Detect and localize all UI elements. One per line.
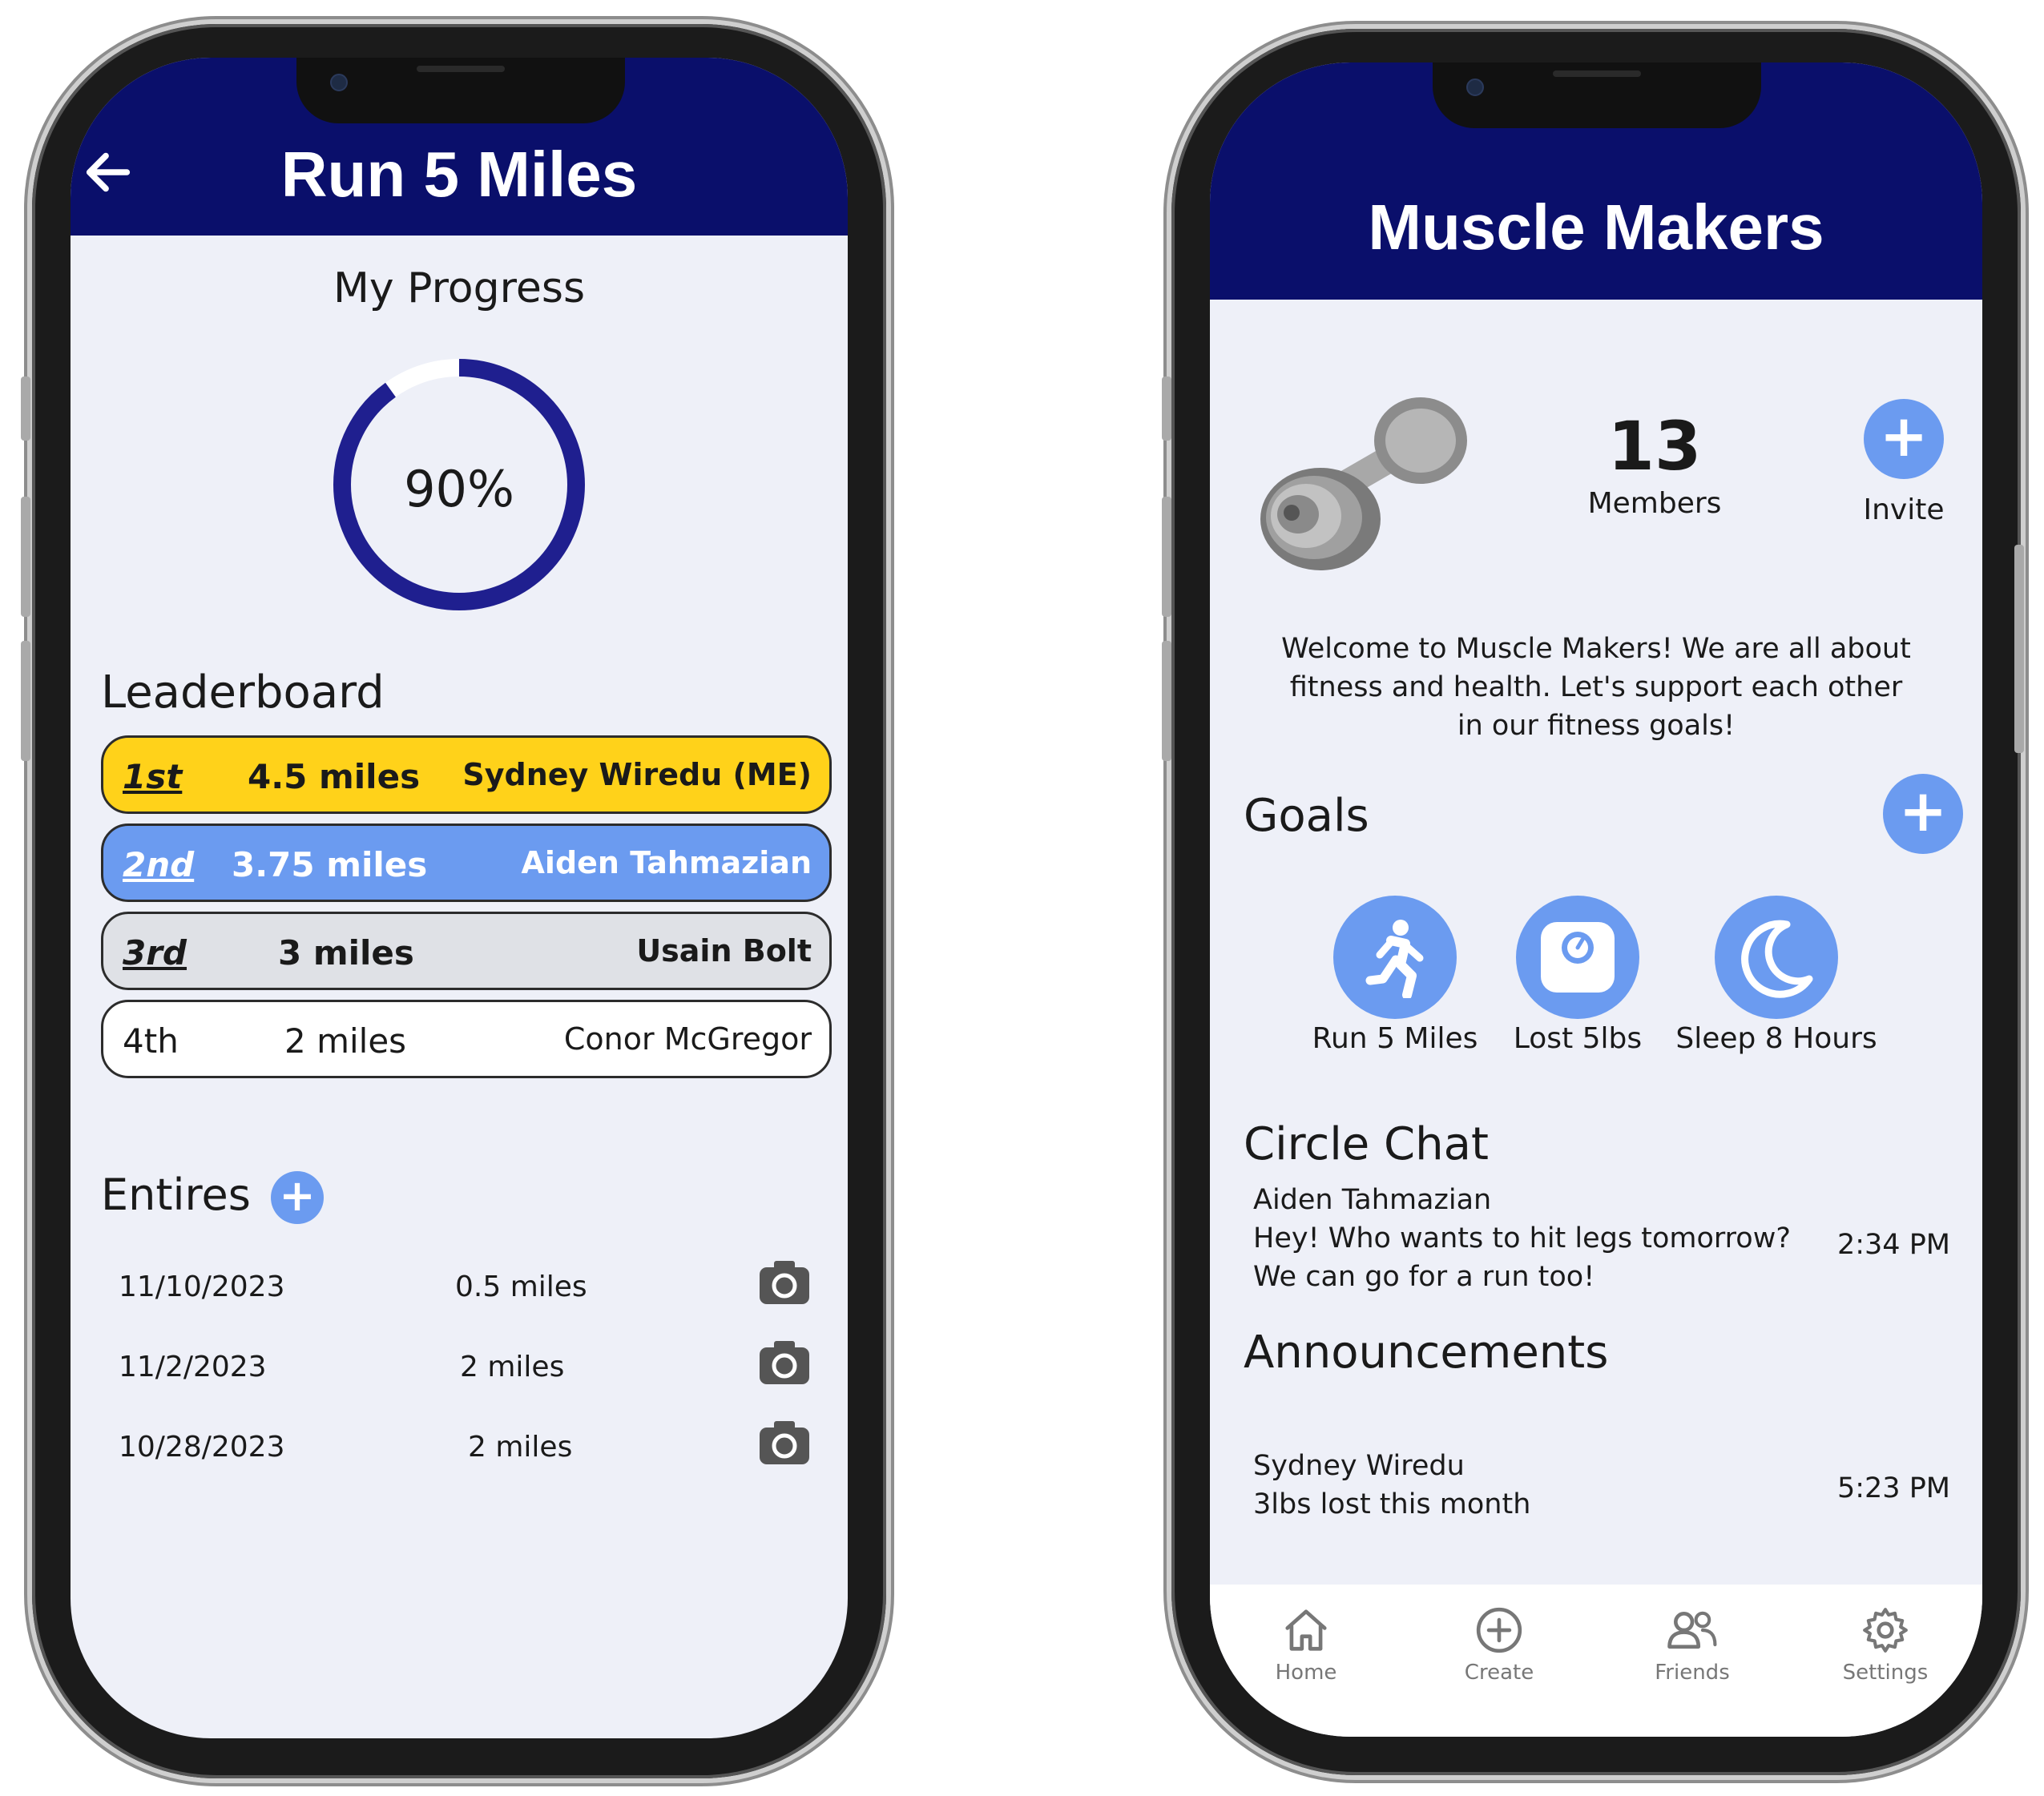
nav-settings[interactable]: Settings xyxy=(1789,1585,1982,1685)
entry-row: 11/2/2023 2 miles xyxy=(119,1339,824,1403)
welcome-text: Welcome to Muscle Makers! We are all abo… xyxy=(1210,630,1982,745)
camera-icon[interactable] xyxy=(758,1339,811,1386)
friends-icon xyxy=(1667,1611,1717,1649)
left-screen: Run 5 Miles My Progress 90% Leaderboard … xyxy=(71,58,848,1738)
entry-date: 11/2/2023 xyxy=(119,1351,267,1383)
scale-icon xyxy=(1541,922,1615,993)
entry-date: 10/28/2023 xyxy=(119,1431,285,1464)
plus-circle-icon xyxy=(1476,1607,1522,1653)
notch xyxy=(296,58,625,123)
members-label: Members xyxy=(1587,487,1722,520)
announcement-time: 5:23 PM xyxy=(1836,1472,1950,1504)
goal-label: Run 5 Miles xyxy=(1312,1022,1478,1055)
goal-run-button[interactable] xyxy=(1333,896,1457,1019)
announcements-heading: Announcements xyxy=(1244,1327,1609,1379)
gear-icon xyxy=(1863,1608,1908,1653)
distance-label: 3 miles xyxy=(278,933,414,972)
right-side-button xyxy=(1162,377,1171,441)
runner-name: Aiden Tahmazian xyxy=(521,845,812,880)
camera-icon[interactable] xyxy=(758,1419,811,1466)
right-screen: Muscle Makers 13 Members + Invite Welcom… xyxy=(1210,62,1982,1737)
rank-label: 2nd xyxy=(123,845,195,884)
nav-friends[interactable]: Friends xyxy=(1596,1585,1788,1685)
runner-name: Usain Bolt xyxy=(636,933,812,968)
distance-label: 3.75 miles xyxy=(232,845,428,884)
left-volume-down xyxy=(21,641,30,761)
goal-label: Lost 5lbs xyxy=(1513,1022,1643,1055)
entry-distance: 2 miles xyxy=(468,1431,573,1464)
entry-row: 10/28/2023 2 miles xyxy=(119,1419,824,1484)
camera-icon[interactable] xyxy=(758,1259,811,1306)
goal-sleep-button[interactable] xyxy=(1715,896,1838,1019)
speaker xyxy=(1553,70,1641,77)
notch xyxy=(1433,62,1761,128)
chat-author: Aiden Tahmazian xyxy=(1253,1184,1492,1216)
right-volume-up xyxy=(1162,497,1171,617)
announcement-author: Sydney Wiredu xyxy=(1253,1450,1465,1482)
entry-distance: 2 miles xyxy=(460,1351,565,1383)
invite-label[interactable]: Invite xyxy=(1840,493,1968,526)
invite-button[interactable]: + xyxy=(1864,399,1944,479)
page-title: Run 5 Miles xyxy=(280,139,638,210)
home-icon xyxy=(1285,1609,1327,1651)
runner-name: Sydney Wiredu (ME) xyxy=(462,757,812,792)
right-volume-down xyxy=(1162,641,1171,761)
entry-distance: 0.5 miles xyxy=(455,1270,587,1303)
group-title: Muscle Makers xyxy=(1368,191,1824,263)
distance-label: 4.5 miles xyxy=(248,757,421,796)
left-side-button xyxy=(21,377,30,441)
welcome-line: fitness and health. Let's support each o… xyxy=(1289,671,1903,703)
members-count: 13 xyxy=(1607,407,1702,485)
add-goal-button[interactable]: + xyxy=(1883,774,1963,854)
progress-value: 90% xyxy=(404,460,514,518)
announcement-text: 3lbs lost this month xyxy=(1253,1488,1531,1520)
rank-label: 4th xyxy=(123,1021,179,1061)
chat-text-line: We can go for a run too! xyxy=(1253,1261,1595,1293)
chat-message[interactable]: Aiden Tahmazian Hey! Who wants to hit le… xyxy=(1253,1184,1950,1304)
leaderboard-heading: Leaderboard xyxy=(101,666,385,719)
goals-heading: Goals xyxy=(1244,790,1369,842)
entry-row: 11/10/2023 0.5 miles xyxy=(119,1259,824,1323)
chat-heading: Circle Chat xyxy=(1244,1118,1489,1170)
right-power-button xyxy=(2014,545,2024,753)
announcement-item[interactable]: Sydney Wiredu 3lbs lost this month 5:23 … xyxy=(1253,1450,1950,1530)
nav-label: Settings xyxy=(1842,1661,1929,1685)
moon-icon xyxy=(1741,920,1813,998)
progress-heading: My Progress xyxy=(333,264,586,312)
leaderboard-row[interactable]: 4th 2 miles Conor McGregor xyxy=(101,1000,832,1078)
runner-name: Conor McGregor xyxy=(563,1021,812,1057)
chat-time: 2:34 PM xyxy=(1836,1229,1950,1261)
nav-create[interactable]: Create xyxy=(1403,1585,1595,1685)
entry-date: 11/10/2023 xyxy=(119,1270,285,1303)
welcome-line: in our fitness goals! xyxy=(1457,710,1736,742)
rank-label: 3rd xyxy=(123,933,187,972)
nav-label: Friends xyxy=(1655,1661,1730,1685)
nav-label: Create xyxy=(1464,1661,1534,1685)
bottom-nav: Home Create Friends Settings xyxy=(1210,1585,1982,1737)
goal-weight-button[interactable] xyxy=(1516,896,1639,1019)
nav-label: Home xyxy=(1275,1661,1337,1685)
chat-text-line: Hey! Who wants to hit legs tomorrow? xyxy=(1253,1222,1791,1254)
front-camera xyxy=(330,74,348,91)
add-entry-button[interactable]: + xyxy=(271,1171,324,1224)
front-camera xyxy=(1466,79,1484,96)
runner-icon xyxy=(1365,920,1424,998)
speaker xyxy=(417,66,505,72)
distance-label: 2 miles xyxy=(284,1021,407,1061)
dumbbell-icon xyxy=(1260,397,1467,570)
leaderboard-row[interactable]: 2nd 3.75 miles Aiden Tahmazian xyxy=(101,824,832,902)
entries-heading: Entires xyxy=(101,1170,251,1220)
welcome-line: Welcome to Muscle Makers! We are all abo… xyxy=(1281,633,1911,665)
rank-label: 1st xyxy=(123,757,183,796)
goal-label: Sleep 8 Hours xyxy=(1675,1022,1877,1055)
leaderboard-row[interactable]: 3rd 3 miles Usain Bolt xyxy=(101,912,832,990)
left-volume-up xyxy=(21,497,30,617)
leaderboard-row[interactable]: 1st 4.5 miles Sydney Wiredu (ME) xyxy=(101,735,832,814)
nav-home[interactable]: Home xyxy=(1210,1585,1402,1685)
